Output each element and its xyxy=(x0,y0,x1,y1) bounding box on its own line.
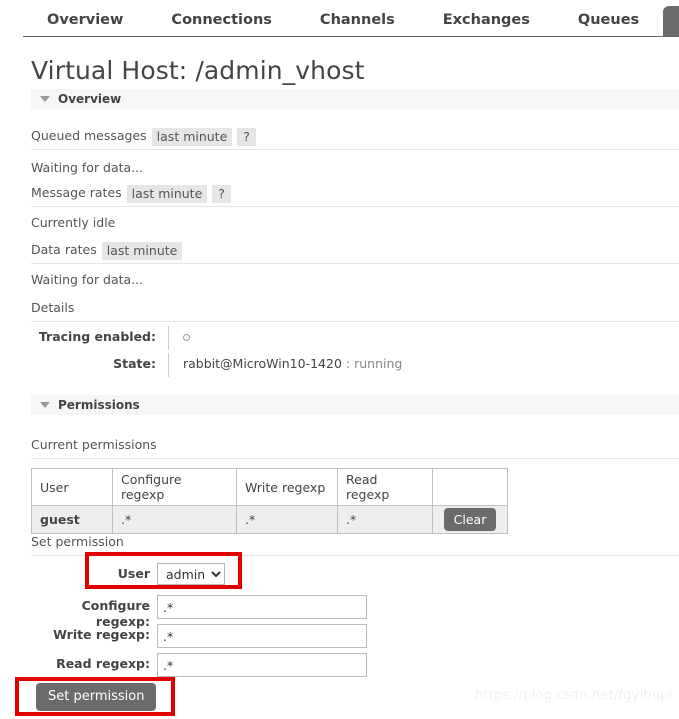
state-node-name: rabbit@MicroWin10-1420 xyxy=(183,356,342,371)
data-rates-heading: Data rates last minute xyxy=(31,242,679,264)
tab-channels[interactable]: Channels xyxy=(296,6,419,37)
queued-messages-help-icon[interactable]: ? xyxy=(237,128,256,146)
table-header-row: User Configure regexp Write regexp Read … xyxy=(31,468,508,506)
form-control-read-regexp xyxy=(157,653,367,677)
details-heading-label: Details xyxy=(31,300,75,315)
configure-regexp-input[interactable] xyxy=(157,595,367,619)
detail-row-tracing: Tracing enabled: xyxy=(31,326,461,350)
queued-messages-period-chip[interactable]: last minute xyxy=(151,128,233,146)
nav-underline xyxy=(23,36,679,37)
state-status: running xyxy=(354,356,403,371)
message-rates-period-chip[interactable]: last minute xyxy=(126,185,208,203)
clear-permission-button[interactable]: Clear xyxy=(443,508,497,531)
permissions-table-head: User Configure regexp Write regexp Read … xyxy=(31,468,508,506)
section-header-permissions-label: Permissions xyxy=(58,398,140,412)
current-permissions-table: User Configure regexp Write regexp Read … xyxy=(31,468,508,534)
form-label-read-regexp: Read regexp: xyxy=(56,656,150,671)
cell-configure: .* xyxy=(112,505,237,534)
detail-value-state: rabbit@MicroWin10-1420 : running xyxy=(183,355,402,373)
cell-read: .* xyxy=(337,505,433,534)
write-regexp-input[interactable] xyxy=(157,624,367,648)
caret-down-icon xyxy=(40,96,50,102)
table-row: guest .* .* .* Clear xyxy=(31,505,508,534)
circle-false-icon xyxy=(183,333,190,341)
main-navigation-bar: Overview Connections Channels Exchanges … xyxy=(0,0,679,37)
column-header-configure: Configure regexp xyxy=(112,468,237,506)
set-permission-button[interactable]: Set permission xyxy=(36,683,157,711)
queued-messages-status: Waiting for data... xyxy=(31,160,144,175)
detail-divider xyxy=(168,326,169,350)
form-control-write-regexp xyxy=(157,624,367,648)
cell-actions: Clear xyxy=(432,505,508,534)
current-permissions-label: Current permissions xyxy=(31,437,157,452)
set-permission-label: Set permission xyxy=(31,534,124,549)
queued-messages-label: Queued messages xyxy=(31,128,147,143)
section-header-overview-label: Overview xyxy=(58,92,122,106)
form-row-configure-regexp: Configure regexp: xyxy=(31,595,461,629)
column-header-actions xyxy=(432,468,508,506)
message-rates-heading: Message rates last minute ? xyxy=(31,185,679,207)
section-header-overview[interactable]: Overview xyxy=(31,89,679,109)
form-control-configure-regexp xyxy=(157,595,367,619)
cell-user: guest xyxy=(31,505,113,534)
data-rates-period-chip[interactable]: last minute xyxy=(101,242,183,260)
form-label-user: User xyxy=(117,566,150,581)
data-rates-status: Waiting for data... xyxy=(31,272,144,287)
state-separator: : xyxy=(345,356,351,371)
current-permissions-heading: Current permissions xyxy=(31,437,679,459)
set-permission-heading: Set permission xyxy=(31,534,679,556)
message-rates-help-icon[interactable]: ? xyxy=(212,185,231,203)
form-row-read-regexp: Read regexp: xyxy=(31,653,461,679)
column-header-user: User xyxy=(31,468,113,506)
tab-admin[interactable]: Admin xyxy=(663,6,679,37)
tab-exchanges[interactable]: Exchanges xyxy=(419,6,554,37)
column-header-write: Write regexp xyxy=(236,468,338,506)
read-regexp-input[interactable] xyxy=(157,653,367,677)
cell-write: .* xyxy=(236,505,338,534)
detail-value-tracing xyxy=(183,328,190,346)
watermark-text: https://blog.csdn.net/fgyibupi xyxy=(475,688,673,703)
tab-overview[interactable]: Overview xyxy=(23,6,147,37)
page-title: Virtual Host: /admin_vhost xyxy=(31,56,365,85)
message-rates-label: Message rates xyxy=(31,185,122,200)
caret-down-icon xyxy=(40,402,50,408)
detail-key-state: State: xyxy=(113,356,156,371)
form-row-write-regexp: Write regexp: xyxy=(31,624,461,650)
data-rates-label: Data rates xyxy=(31,242,97,257)
permissions-table-body: guest .* .* .* Clear xyxy=(31,505,508,534)
details-heading: Details xyxy=(31,300,679,322)
form-control-user: admin guest xyxy=(157,563,225,585)
form-label-write-regexp: Write regexp: xyxy=(53,627,150,642)
message-rates-status: Currently idle xyxy=(31,215,116,230)
tab-queues[interactable]: Queues xyxy=(554,6,663,37)
nav-tab-list: Overview Connections Channels Exchanges … xyxy=(23,0,679,37)
section-header-permissions[interactable]: Permissions xyxy=(31,395,679,415)
tab-connections[interactable]: Connections xyxy=(147,6,296,37)
detail-row-state: State: rabbit@MicroWin10-1420 : running xyxy=(31,353,461,377)
column-header-read: Read regexp xyxy=(337,468,433,506)
detail-key-tracing: Tracing enabled: xyxy=(38,329,156,344)
form-row-user: User admin guest xyxy=(31,563,461,589)
queued-messages-heading: Queued messages last minute ? xyxy=(31,128,679,150)
detail-divider xyxy=(168,353,169,377)
user-select[interactable]: admin guest xyxy=(157,563,225,585)
